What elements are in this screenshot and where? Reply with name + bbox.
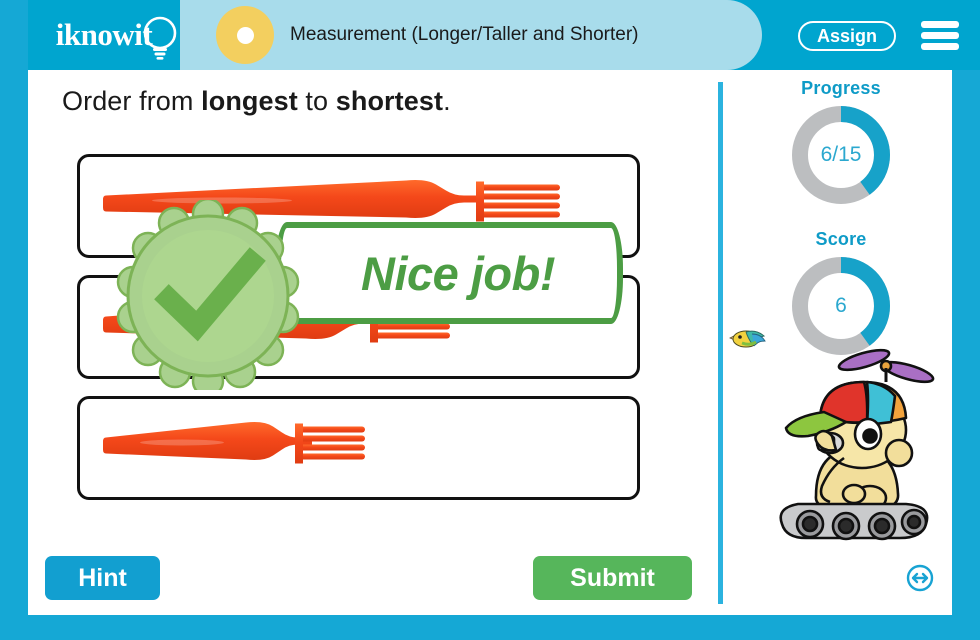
answer-rows	[77, 154, 675, 517]
table-row[interactable]	[77, 396, 640, 500]
page-title: Order from longest to shortest.	[40, 78, 712, 117]
progress-value: 6/15	[820, 143, 862, 166]
app-frame: iknowit Measurement (Longer/Taller and S…	[0, 0, 980, 640]
table-row[interactable]	[77, 275, 640, 379]
progress-label: Progress	[801, 78, 881, 98]
panel-divider	[718, 82, 723, 604]
lesson-title-pill: Measurement (Longer/Taller and Shorter)	[180, 0, 762, 70]
main-panel: Order from longest to shortest. Hint Sub…	[40, 78, 712, 608]
submit-button[interactable]: Submit	[533, 556, 692, 600]
lesson-title: Measurement (Longer/Taller and Shorter)	[290, 24, 639, 45]
robot-mascot-icon	[779, 348, 935, 541]
hint-button[interactable]: Hint	[45, 556, 160, 600]
question-text-part-3: .	[443, 86, 451, 116]
orange-fork-icon[interactable]	[102, 176, 562, 237]
sidebar: Progress 6/15 Score 6	[729, 78, 952, 610]
score-value: 6	[835, 294, 847, 317]
hamburger-menu-icon[interactable]	[921, 21, 959, 50]
table-row[interactable]	[77, 154, 640, 258]
question-text-part-2: to	[297, 86, 336, 116]
orange-fork-icon[interactable]	[102, 297, 452, 358]
app-logo[interactable]: iknowit	[28, 0, 180, 70]
yellow-circle-badge-icon	[216, 6, 274, 64]
score-label: Score	[815, 229, 867, 249]
app-header: iknowit Measurement (Longer/Taller and S…	[28, 0, 980, 70]
left-right-arrow-icon[interactable]	[906, 564, 934, 592]
question-emphasis-shortest: shortest	[335, 86, 444, 116]
assign-button[interactable]: Assign	[797, 21, 896, 51]
progress-ring: 6/15	[789, 103, 893, 207]
question-emphasis-longest: longest	[201, 86, 298, 116]
question-text-part-1: Order from	[62, 86, 202, 116]
score-ring: 6	[789, 254, 893, 358]
progress-block: Progress 6/15	[730, 78, 952, 207]
orange-fork-icon[interactable]	[102, 418, 367, 479]
lightbulb-icon	[143, 16, 177, 60]
